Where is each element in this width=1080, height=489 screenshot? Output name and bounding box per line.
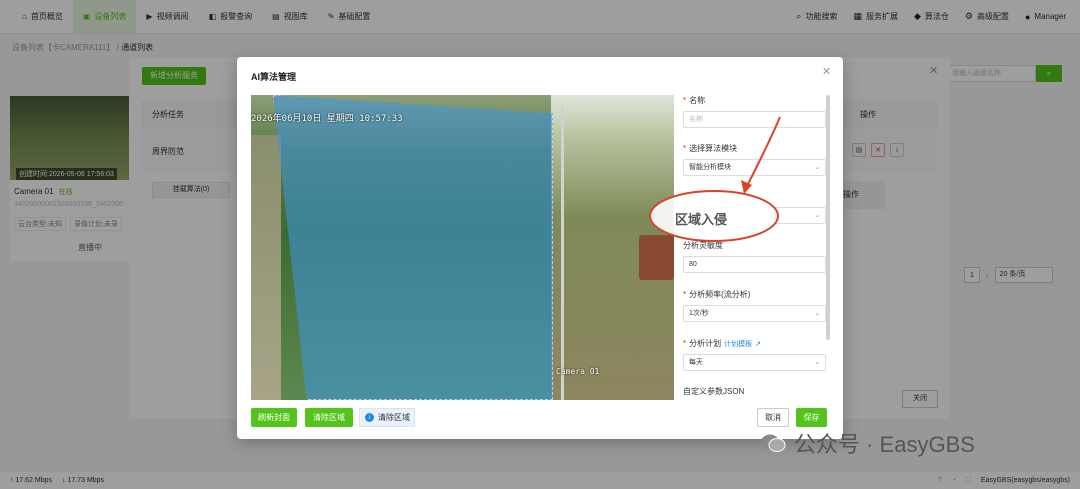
algorithm-value-highlight: 区域入侵 [675,212,728,227]
watermark: 公众号 · EasyGBS [760,427,975,459]
annotation-arrow-line [745,116,781,189]
annotation-arrow-head [741,180,752,194]
watermark-text: 公众号 · EasyGBS [794,432,975,457]
wechat-icon [761,434,786,452]
annotation-overlay [649,116,781,242]
